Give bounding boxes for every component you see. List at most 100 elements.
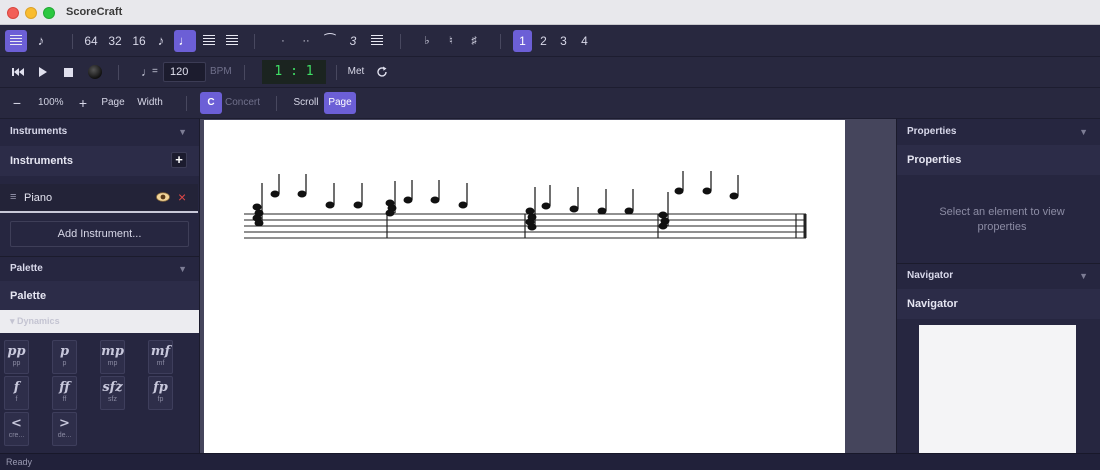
dynamic-mp-button[interactable]: mp mp (100, 340, 125, 374)
toolbar-separator (500, 34, 501, 49)
tie-button[interactable]: ⁀ (321, 30, 339, 52)
double-dot-button[interactable]: ·· (298, 30, 314, 52)
crescendo-button[interactable]: < cre... (4, 412, 29, 446)
dynamic-label: pp (12, 360, 21, 367)
minimize-window-button[interactable] (25, 7, 37, 19)
status-bar: Ready (0, 453, 1100, 470)
position-display: 1 : 1 (262, 60, 326, 84)
rest-button[interactable] (368, 30, 386, 52)
instruments-panel-header[interactable]: Instruments ▼ (0, 120, 199, 144)
fit-page-button[interactable]: Page (100, 92, 126, 114)
stop-icon (63, 67, 73, 77)
play-button[interactable] (33, 61, 53, 83)
minus-icon: − (12, 95, 22, 111)
sharp-button[interactable]: ♯ (466, 30, 482, 52)
dynamic-symbol: > (59, 416, 70, 431)
eighth-note-icon: ♪ (37, 33, 45, 48)
dynamic-pp-button[interactable]: pp pp (4, 340, 29, 374)
zoom-level: 100% (38, 97, 64, 108)
note-input-mode-button[interactable] (5, 30, 27, 52)
duration-half-button[interactable] (200, 30, 218, 52)
navigator-panel-header[interactable]: Navigator ▼ (897, 263, 1100, 287)
natural-button[interactable]: ♮ (443, 30, 459, 52)
bpm-unit-label: BPM (210, 66, 232, 77)
toolbar-separator (336, 65, 337, 80)
duration-eighth-button[interactable]: ♪ (152, 30, 170, 52)
duration-whole-button[interactable] (223, 30, 241, 52)
toolbar-separator (186, 96, 187, 111)
duration-64th-button[interactable]: 64 (81, 30, 101, 52)
dynamic-symbol: mp (101, 344, 124, 359)
visibility-eye-icon[interactable] (156, 192, 170, 205)
concert-pitch-toggle[interactable]: C (200, 92, 222, 114)
dynamic-f-button[interactable]: ff (4, 376, 29, 410)
duration-16th-button[interactable]: 16 (129, 30, 149, 52)
collapse-chevron-icon: ▼ (178, 127, 187, 137)
dynamic-symbol: fp (153, 380, 168, 395)
duration-quarter-button[interactable]: ♩ (174, 30, 196, 52)
dynamic-sfz-button[interactable]: sfz sfz (100, 376, 125, 410)
voice-2-button[interactable]: 2 (535, 30, 552, 52)
bpm-input[interactable]: 120 (163, 62, 206, 82)
navigator-page-preview[interactable] (919, 325, 1076, 453)
palette-panel-header[interactable]: Palette ▼ (0, 256, 199, 280)
chevron-down-icon: ▾ (10, 316, 15, 326)
score-notation[interactable] (204, 120, 845, 453)
instrument-row[interactable]: ≡ Piano × (0, 184, 198, 213)
zoom-window-button[interactable] (43, 7, 55, 19)
half-note-icon (203, 35, 215, 48)
close-window-button[interactable] (7, 7, 19, 19)
loop-icon (377, 66, 387, 77)
tempo-equals-label: = (152, 66, 158, 77)
dot-button[interactable]: · (275, 30, 291, 52)
duration-32nd-button[interactable]: 32 (105, 30, 125, 52)
page-view-button[interactable]: Page (324, 92, 356, 114)
zoom-out-button[interactable]: − (8, 92, 26, 114)
dynamics-section-header[interactable]: ▾ Dynamics (0, 310, 199, 333)
plus-icon: + (78, 95, 88, 111)
loop-button[interactable] (373, 61, 391, 83)
whole-note-icon (226, 35, 238, 48)
concert-pitch-label: Concert (225, 97, 261, 108)
dynamic-mf-button[interactable]: mf mf (148, 340, 173, 374)
title-bar: ScoreCraft (0, 0, 1100, 25)
flat-button[interactable]: ♭ (419, 30, 435, 52)
dynamic-symbol: p (59, 344, 70, 359)
dynamic-label: de... (57, 432, 72, 439)
score-page[interactable] (204, 120, 845, 453)
note-input-icon (10, 35, 22, 48)
toolbar-separator (400, 34, 401, 49)
zoom-in-button[interactable]: + (74, 92, 92, 114)
stop-button[interactable] (58, 61, 78, 83)
scroll-view-button[interactable]: Scroll (290, 92, 322, 114)
rewind-button[interactable] (8, 61, 28, 83)
fit-width-button[interactable]: Width (134, 92, 166, 114)
note-entry-button[interactable]: ♪ (31, 30, 51, 52)
rewind-icon (12, 68, 24, 77)
rest-icon (371, 35, 383, 48)
collapse-chevron-icon: ▼ (1079, 271, 1088, 281)
add-instrument-plus-button[interactable]: + (171, 152, 187, 168)
voice-3-button[interactable]: 3 (555, 30, 572, 52)
score-canvas-area[interactable] (200, 119, 896, 453)
play-icon (39, 67, 47, 78)
dynamic-ff-button[interactable]: ff ff (52, 376, 77, 410)
dynamic-label: mp (107, 360, 118, 367)
properties-panel-header[interactable]: Properties ▼ (897, 120, 1100, 144)
dynamic-label: fp (157, 396, 164, 403)
collapse-chevron-icon: ▼ (178, 264, 187, 274)
properties-panel-title: Properties (897, 145, 1100, 175)
record-button[interactable] (88, 65, 102, 79)
drag-handle-icon[interactable]: ≡ (10, 191, 16, 203)
decrescendo-button[interactable]: > de... (52, 412, 77, 446)
dynamic-fp-button[interactable]: fp fp (148, 376, 173, 410)
app-title: ScoreCraft (66, 6, 123, 18)
instruments-title-label: Instruments (10, 155, 73, 167)
metronome-toggle[interactable]: Met (344, 61, 368, 83)
tuplet-button[interactable]: 3 (345, 30, 361, 52)
voice-1-button[interactable]: 1 (513, 30, 532, 52)
remove-instrument-icon[interactable]: × (178, 189, 186, 205)
dynamic-p-button[interactable]: pp (52, 340, 77, 374)
voice-4-button[interactable]: 4 (576, 30, 593, 52)
add-instrument-button[interactable]: Add Instrument... (10, 221, 189, 247)
